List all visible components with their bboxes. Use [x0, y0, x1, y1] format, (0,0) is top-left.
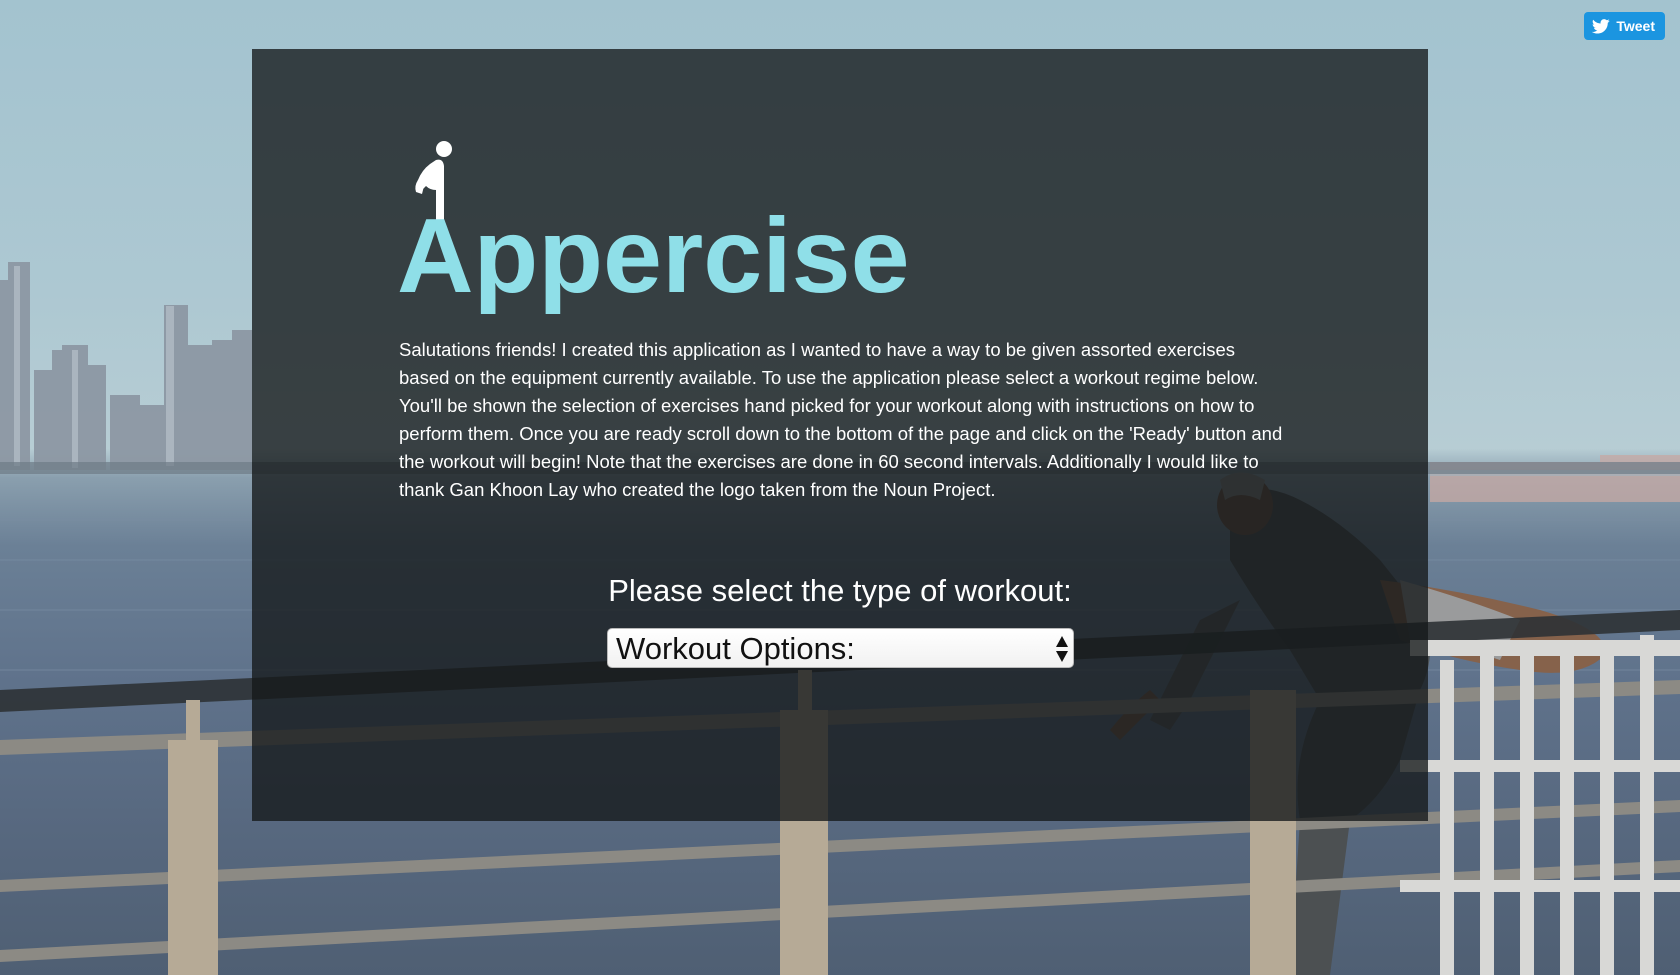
workout-select-value: Workout Options: [616, 631, 855, 666]
workout-type-select[interactable]: Workout Options: [607, 628, 1074, 668]
tweet-button-label: Tweet [1616, 18, 1655, 34]
workout-select-label: Please select the type of workout: [608, 573, 1072, 608]
app-title: Appercise [397, 197, 910, 315]
select-arrows-icon [1056, 636, 1068, 662]
tweet-button[interactable]: Tweet [1584, 12, 1665, 40]
intro-paragraph: Salutations friends! I created this appl… [399, 339, 1283, 500]
twitter-bird-icon [1592, 18, 1611, 34]
